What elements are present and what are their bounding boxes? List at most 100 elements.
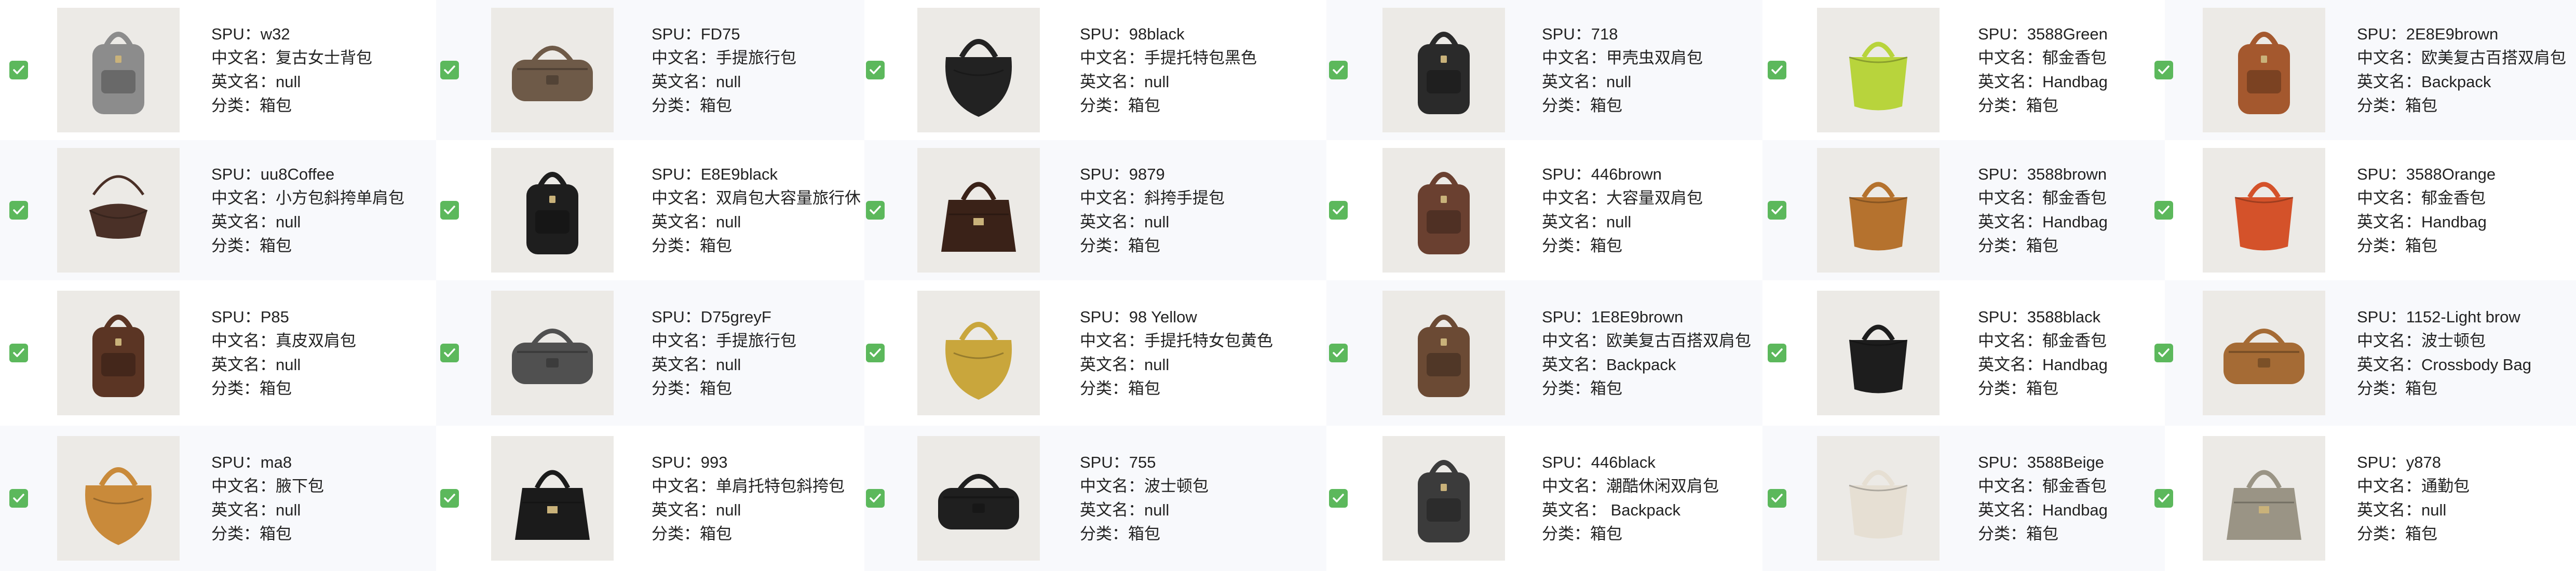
select-checkbox[interactable] [440, 489, 459, 508]
field-label: 分类： [1542, 379, 1590, 398]
field-value: 3588black [2027, 308, 2101, 326]
select-checkbox[interactable] [1768, 61, 1786, 79]
select-checkbox[interactable] [2154, 201, 2173, 220]
product-image[interactable] [2203, 8, 2325, 132]
product-card[interactable]: SPU：446black 中文名：潮酷休闲双肩包 英文名： Backpack 分类：箱… [1326, 426, 1762, 571]
product-card[interactable]: SPU：718 中文名：甲壳虫双肩包 英文名：null 分类：箱包 [1326, 0, 1762, 140]
product-image[interactable] [1382, 436, 1505, 561]
product-card[interactable]: SPU：FD75 中文名：手提旅行包 英文名：null 分类：箱包 [436, 0, 864, 140]
field-value: 755 [1129, 453, 1156, 471]
select-checkbox[interactable] [866, 489, 885, 508]
field-value: 斜挎手提包 [1144, 189, 1225, 207]
product-card[interactable]: SPU：2E8E9brown 中文名：欧美复古百搭双肩包 英文名：Backpack 分… [2154, 0, 2576, 140]
select-checkbox[interactable] [866, 344, 885, 362]
product-image[interactable] [491, 148, 614, 273]
field-value: 箱包 [2026, 237, 2058, 255]
select-checkbox[interactable] [1768, 201, 1786, 220]
product-image[interactable] [1817, 291, 1940, 415]
product-card[interactable]: SPU：993 中文名：单肩托特包斜挎包 英文名：null 分类：箱包 [436, 426, 864, 571]
product-info: SPU：9879 中文名：斜挎手提包 英文名：null 分类：箱包 [1080, 162, 1225, 258]
field-label: 中文名： [652, 477, 716, 495]
chinese-name-line: 中文名：欧美复古百搭双肩包 [1542, 329, 1751, 353]
select-checkbox[interactable] [440, 61, 459, 79]
product-image[interactable] [2203, 148, 2325, 273]
product-card[interactable]: SPU：1152-Light brow 中文名：波士顿包 英文名：Crossbody… [2154, 280, 2576, 426]
chinese-name-line: 中文名：欧美复古百搭双肩包 [2357, 46, 2566, 70]
product-card[interactable]: SPU：ma8 中文名：腋下包 英文名：null 分类：箱包 [0, 426, 436, 571]
product-card[interactable]: SPU：P85 中文名：真皮双肩包 英文名：null 分类：箱包 [0, 280, 436, 426]
field-label: 英文名： [211, 213, 276, 231]
product-card[interactable]: SPU：w32 中文名：复古女士背包 英文名：null 分类：箱包 [0, 0, 436, 140]
select-checkbox[interactable] [866, 61, 885, 79]
select-checkbox[interactable] [9, 61, 28, 79]
product-image[interactable] [491, 436, 614, 561]
product-card[interactable]: SPU：uu8Coffee 中文名：小方包斜挎单肩包 英文名：null 分类：箱包 [0, 140, 436, 280]
product-info: SPU：98black 中文名：手提托特包黑色 英文名：null 分类：箱包 [1080, 22, 1257, 118]
product-image[interactable] [917, 436, 1040, 561]
select-checkbox[interactable] [2154, 61, 2173, 79]
product-info: SPU：446black 中文名：潮酷休闲双肩包 英文名： Backpack 分类：箱… [1542, 451, 1719, 546]
product-image[interactable] [1817, 148, 1940, 273]
product-image[interactable] [57, 291, 180, 415]
product-image[interactable] [57, 148, 180, 273]
product-card[interactable]: SPU：D75greyF 中文名：手提旅行包 英文名：null 分类：箱包 [436, 280, 864, 426]
select-checkbox[interactable] [1329, 201, 1348, 220]
check-icon [870, 65, 881, 74]
select-checkbox[interactable] [1329, 489, 1348, 508]
select-checkbox[interactable] [440, 201, 459, 220]
product-card[interactable]: SPU：98 Yellow 中文名：手提托特女包黄色 英文名：null 分类：箱包 [864, 280, 1326, 426]
product-image[interactable] [491, 8, 614, 132]
product-image[interactable] [1382, 291, 1505, 415]
select-checkbox[interactable] [9, 201, 28, 220]
product-card[interactable]: SPU：y878 中文名：通勤包 英文名：null 分类：箱包 [2154, 426, 2576, 571]
select-checkbox[interactable] [866, 201, 885, 220]
field-label: SPU： [1978, 453, 2027, 471]
product-card[interactable]: SPU：3588Green 中文名：郁金香包 英文名：Handbag 分类：箱包 [1762, 0, 2165, 140]
spu-line: SPU：98 Yellow [1080, 305, 1273, 329]
product-card[interactable]: SPU：E8E9black 中文名：双肩包大容量旅行休 英文名：null 分类：箱包 [436, 140, 864, 280]
field-value: Crossbody Bag [2421, 356, 2531, 374]
product-image[interactable] [917, 8, 1040, 132]
product-card[interactable]: SPU：1E8E9brown 中文名：欧美复古百搭双肩包 英文名：Backpack 分… [1326, 280, 1762, 426]
field-label: SPU： [652, 453, 701, 471]
product-image[interactable] [917, 148, 1040, 273]
field-label: SPU： [2357, 165, 2406, 183]
product-card[interactable]: SPU：446brown 中文名：大容量双肩包 英文名：null 分类：箱包 [1326, 140, 1762, 280]
field-value: null [276, 501, 301, 519]
product-image[interactable] [917, 291, 1040, 415]
category-line: 分类：箱包 [2357, 94, 2566, 118]
product-image[interactable] [491, 291, 614, 415]
product-image[interactable] [2203, 291, 2325, 415]
field-value: 大容量双肩包 [1606, 189, 1703, 207]
product-card[interactable]: SPU：3588Beige 中文名：郁金香包 英文名：Handbag 分类：箱包 [1762, 426, 2165, 571]
select-checkbox[interactable] [9, 344, 28, 362]
select-checkbox[interactable] [9, 489, 28, 508]
product-image[interactable] [2203, 436, 2325, 561]
select-checkbox[interactable] [2154, 489, 2173, 508]
product-card[interactable]: SPU：755 中文名：波士顿包 英文名：null 分类：箱包 [864, 426, 1326, 571]
product-card[interactable]: SPU：3588black 中文名：郁金香包 英文名：Handbag 分类：箱包 [1762, 280, 2165, 426]
product-card[interactable]: SPU：9879 中文名：斜挎手提包 英文名：null 分类：箱包 [864, 140, 1326, 280]
select-checkbox[interactable] [2154, 344, 2173, 362]
field-label: 英文名： [652, 501, 716, 519]
select-checkbox[interactable] [1329, 61, 1348, 79]
field-label: 分类： [1080, 237, 1128, 255]
product-image[interactable] [1382, 8, 1505, 132]
product-card[interactable]: SPU：98black 中文名：手提托特包黑色 英文名：null 分类：箱包 [864, 0, 1326, 140]
field-label: 分类： [211, 525, 260, 543]
select-checkbox[interactable] [1329, 344, 1348, 362]
select-checkbox[interactable] [1768, 344, 1786, 362]
product-image[interactable] [57, 436, 180, 561]
product-card[interactable]: SPU：3588Orange 中文名：郁金香包 英文名：Handbag 分类：箱包 [2154, 140, 2576, 280]
product-image[interactable] [1817, 8, 1940, 132]
product-image[interactable] [1382, 148, 1505, 273]
select-checkbox[interactable] [1768, 489, 1786, 508]
spu-line: SPU：ma8 [211, 451, 324, 474]
select-checkbox[interactable] [440, 344, 459, 362]
field-value: 手提旅行包 [716, 49, 796, 67]
product-card[interactable]: SPU：3588brown 中文名：郁金香包 英文名：Handbag 分类：箱包 [1762, 140, 2165, 280]
check-icon [870, 494, 881, 502]
field-label: SPU： [652, 165, 701, 183]
product-image[interactable] [57, 8, 180, 132]
product-image[interactable] [1817, 436, 1940, 561]
